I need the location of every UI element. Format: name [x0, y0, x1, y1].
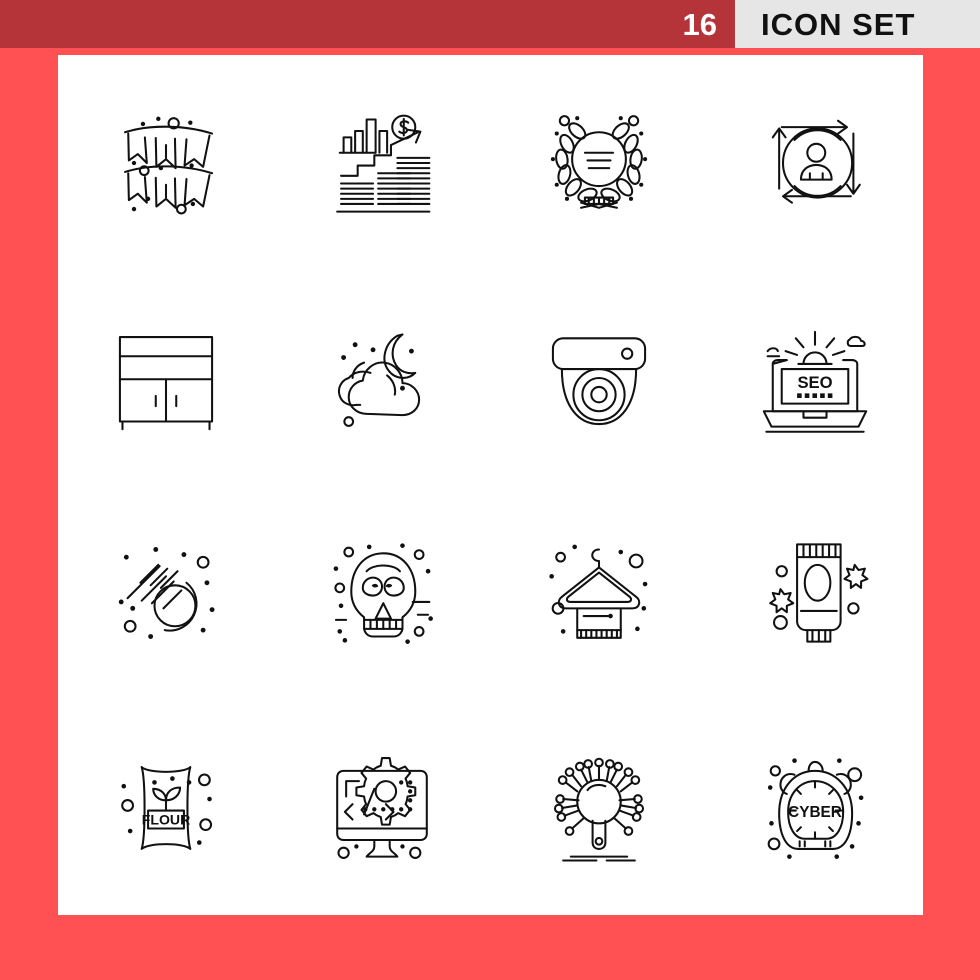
bunting-flags-icon — [124, 116, 214, 214]
icon-grid: SEO FLOUR CYBER — [58, 55, 923, 915]
laurel-wreath-award-icon — [550, 114, 647, 209]
icon-count: 16 — [682, 6, 717, 42]
icon-cell-15[interactable] — [491, 700, 707, 915]
icon-cell-6[interactable] — [274, 270, 490, 485]
financial-growth-chart-icon — [336, 114, 431, 213]
cloudy-night-moon-icon — [338, 332, 421, 427]
icon-cell-1[interactable] — [58, 55, 274, 270]
meteor-comet-icon — [118, 546, 215, 639]
flour-sack-icon: FLOUR — [121, 765, 213, 850]
cyber-alarm-clock-icon: CYBER — [767, 757, 864, 859]
header-bar: 16 ICON SET — [0, 0, 980, 48]
user-cycle-arrows-icon — [771, 119, 861, 204]
seo-screen-text: SEO — [797, 373, 832, 392]
header-count-band: 16 — [0, 0, 735, 48]
hanger-towel-icon — [548, 544, 648, 639]
icon-cell-9[interactable] — [58, 485, 274, 700]
icon-cell-3[interactable] — [491, 55, 707, 270]
icon-cell-8[interactable]: SEO — [707, 270, 923, 485]
flour-label-text: FLOUR — [142, 811, 190, 827]
cyber-label-text: CYBER — [788, 803, 842, 820]
cabinet-furniture-icon — [119, 335, 214, 430]
icon-canvas: SEO FLOUR CYBER — [58, 55, 923, 915]
icon-cell-13[interactable]: FLOUR — [58, 700, 274, 915]
code-monitor-gear-icon — [336, 756, 429, 859]
icon-cell-14[interactable] — [274, 700, 490, 915]
seo-laptop-icon: SEO — [762, 330, 868, 433]
icon-cell-16[interactable]: CYBER — [707, 700, 923, 915]
icon-cell-7[interactable] — [491, 270, 707, 485]
icon-cell-10[interactable] — [274, 485, 490, 700]
header-title-band: ICON SET — [735, 0, 980, 48]
icon-cell-4[interactable] — [707, 55, 923, 270]
dome-security-camera-icon — [551, 336, 646, 425]
data-search-network-icon — [553, 757, 644, 862]
page-title: ICON SET — [761, 6, 916, 42]
icon-cell-12[interactable] — [707, 485, 923, 700]
icon-cell-2[interactable] — [274, 55, 490, 270]
icon-set-page: 16 ICON SET SEO FLOUR CYBER — [0, 0, 980, 980]
icon-cell-11[interactable] — [491, 485, 707, 700]
cream-tube-icon — [769, 542, 869, 643]
icon-cell-5[interactable] — [58, 270, 274, 485]
skull-icon — [333, 542, 434, 644]
